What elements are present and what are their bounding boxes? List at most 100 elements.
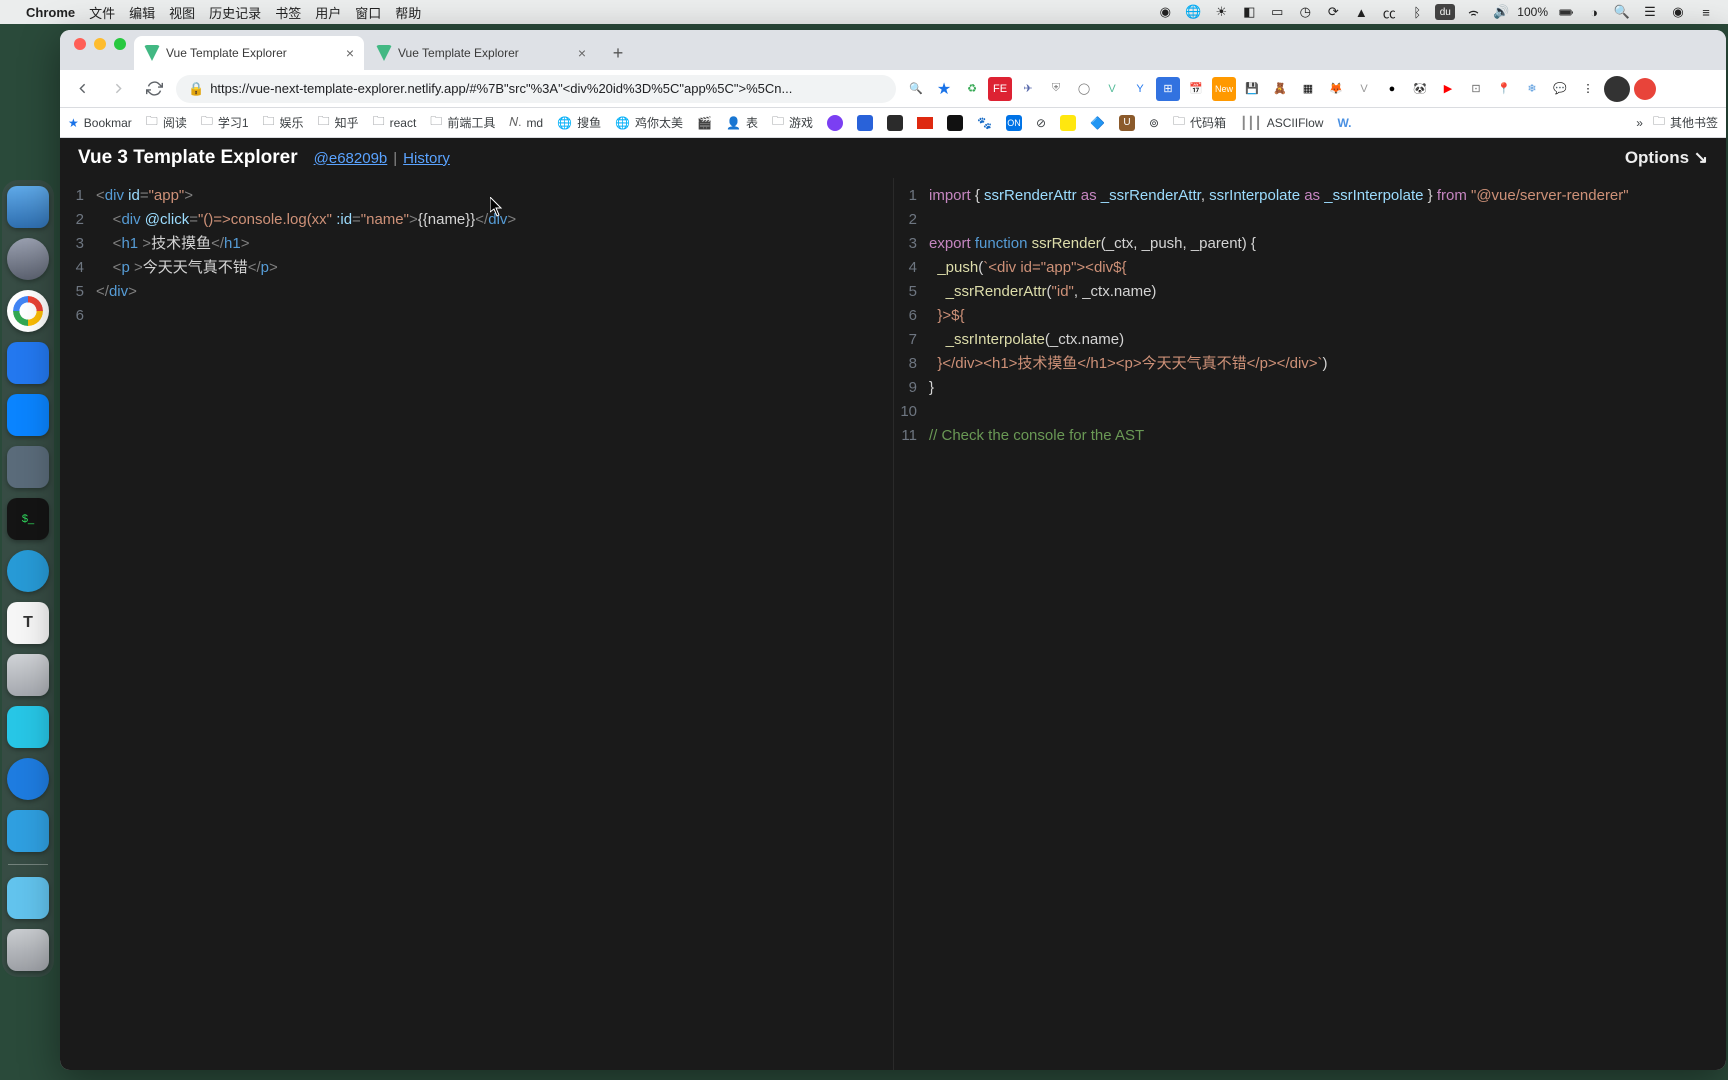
ext-recycle-icon[interactable]: ♻	[960, 77, 984, 101]
bookmark-item[interactable]: 🌐鸡你太美	[615, 114, 683, 131]
ext-v-icon[interactable]: V	[1100, 77, 1124, 101]
ext-qr-icon[interactable]: ▦	[1296, 77, 1320, 101]
bluetooth-icon[interactable]: ᛒ	[1407, 4, 1427, 20]
bookmark-item[interactable]: 𝑁.md	[509, 115, 543, 130]
menubar-appname[interactable]: Chrome	[26, 5, 75, 20]
window-icon[interactable]: ▭	[1267, 4, 1287, 20]
code-line[interactable]: 2 <div @click="()=>console.log(xx" :id="…	[60, 208, 893, 232]
ext-new-icon[interactable]: New	[1212, 77, 1236, 101]
ext-grid-icon[interactable]: ⊞	[1156, 77, 1180, 101]
code-line[interactable]: 3 <h1 >技术摸鱼</h1>	[60, 232, 893, 256]
wifi-icon[interactable]	[1463, 4, 1483, 20]
bookmark-item[interactable]: 👤表	[726, 114, 758, 131]
bookmark-folder[interactable]: 🗀前端工具	[430, 112, 495, 133]
timer-icon[interactable]: ◑	[1584, 4, 1604, 20]
ext-fox-icon[interactable]: 🦊	[1324, 77, 1348, 101]
reload-button[interactable]	[140, 75, 168, 103]
code-line[interactable]: 2	[893, 208, 1726, 232]
clock-icon[interactable]: ◷	[1295, 4, 1315, 20]
bookmark-folder[interactable]: 🗀学习1	[201, 112, 249, 133]
bookmark-item[interactable]: 🗀代码箱	[1173, 112, 1226, 133]
tab-inactive[interactable]: Vue Template Explorer ×	[366, 36, 596, 70]
triangle-icon[interactable]: ▲	[1351, 4, 1371, 20]
extensions-icon[interactable]: ⋮	[1576, 77, 1600, 101]
code-line[interactable]: 4 <p >今天天气真不错</p>	[60, 256, 893, 280]
bookmark-icon[interactable]: ⊘	[1036, 116, 1046, 130]
ext-circle-icon[interactable]: ◯	[1072, 77, 1096, 101]
code-line[interactable]: 6 }>${	[893, 304, 1726, 328]
bookmark-folder[interactable]: 🗀知乎	[318, 112, 359, 133]
template-editor[interactable]: 1<div id="app">2 <div @click="()=>consol…	[60, 178, 893, 1070]
code-line[interactable]: 5 _ssrRenderAttr("id", _ctx.name)	[893, 280, 1726, 304]
dock-hint[interactable]	[7, 758, 49, 800]
ext-yt-icon[interactable]: ▶	[1436, 77, 1460, 101]
sync-icon[interactable]: ⟳	[1323, 4, 1343, 20]
menu-edit[interactable]: 编辑	[129, 3, 155, 22]
dock-vscode[interactable]	[7, 394, 49, 436]
code-line[interactable]: 10	[893, 400, 1726, 424]
code-line[interactable]: 4 _push(`<div id="app"><div${	[893, 256, 1726, 280]
code-line[interactable]: 9}	[893, 376, 1726, 400]
control-center-icon[interactable]: ☰	[1640, 4, 1660, 20]
camera-icon[interactable]: ◧	[1239, 4, 1259, 20]
dock-chrome[interactable]	[7, 290, 49, 332]
code-line[interactable]: 5</div>	[60, 280, 893, 304]
star-icon[interactable]: ★	[932, 77, 956, 101]
menu-view[interactable]: 视图	[169, 3, 195, 22]
ext-paper-icon[interactable]: ✈	[1016, 77, 1040, 101]
ext-bear-icon[interactable]: 🧸	[1268, 77, 1292, 101]
bookmark-folder[interactable]: 🗀游戏	[772, 112, 813, 133]
bookmark-item[interactable]: 🌐搜鱼	[557, 114, 601, 131]
tab-close-icon[interactable]: ×	[578, 45, 586, 61]
tab-active[interactable]: Vue Template Explorer ×	[134, 36, 364, 70]
menu-window[interactable]: 窗口	[355, 3, 381, 22]
volume-icon[interactable]: 🔊	[1491, 4, 1511, 20]
bookmark-icon[interactable]	[887, 115, 903, 131]
menu-help[interactable]: 帮助	[395, 3, 421, 22]
zoom-icon[interactable]: 🔍	[904, 77, 928, 101]
dock-textedit[interactable]: T	[7, 602, 49, 644]
dock-messenger[interactable]	[7, 810, 49, 852]
dock-terminal[interactable]: $_	[7, 498, 49, 540]
close-button[interactable]	[74, 38, 86, 50]
bookmark-icon[interactable]: 🐾	[977, 116, 992, 130]
menu-history[interactable]: 历史记录	[209, 3, 261, 22]
ext-pin-icon[interactable]: 📍	[1492, 77, 1516, 101]
dock-files[interactable]	[7, 877, 49, 919]
dock-trash[interactable]	[7, 929, 49, 971]
bookmark-icon[interactable]	[1060, 115, 1076, 131]
dock-finder[interactable]	[7, 186, 49, 228]
menu-user[interactable]: 用户	[315, 3, 341, 22]
bookmark-icon[interactable]	[857, 115, 873, 131]
bookmark-star[interactable]: ★Bookmar	[68, 116, 132, 130]
other-bookmarks[interactable]: 🗀其他书签	[1653, 112, 1718, 133]
code-line[interactable]: 3export function ssrRender(_ctx, _push, …	[893, 232, 1726, 256]
du-icon[interactable]: du	[1435, 4, 1455, 20]
cc-icon[interactable]: ㏄	[1379, 4, 1399, 20]
ext-save-icon[interactable]: 💾	[1240, 77, 1264, 101]
code-line[interactable]: 1import { ssrRenderAttr as _ssrRenderAtt…	[893, 184, 1726, 208]
bookmark-item[interactable]: 🎬	[697, 116, 712, 130]
bookmark-icon[interactable]	[947, 115, 963, 131]
menu-bookmarks[interactable]: 书签	[275, 3, 301, 22]
dock-launchpad[interactable]	[7, 238, 49, 280]
output-editor[interactable]: 1import { ssrRenderAttr as _ssrRenderAtt…	[893, 178, 1726, 1070]
ext-y-icon[interactable]: Y	[1128, 77, 1152, 101]
code-line[interactable]: 7 _ssrInterpolate(_ctx.name)	[893, 328, 1726, 352]
ext-vgrey-icon[interactable]: V	[1352, 77, 1376, 101]
bookmark-icon[interactable]	[827, 115, 843, 131]
dock-utility[interactable]	[7, 654, 49, 696]
dock-preview[interactable]	[7, 446, 49, 488]
spotlight-icon[interactable]: 🔍	[1612, 4, 1632, 20]
profile-icon[interactable]	[1604, 76, 1630, 102]
record-icon[interactable]: ◉	[1155, 4, 1175, 20]
ext-panda-icon[interactable]: 🐼	[1408, 77, 1432, 101]
bookmark-overflow[interactable]: »	[1636, 116, 1643, 130]
ext-cal-icon[interactable]: 📅	[1184, 77, 1208, 101]
ext-fe-icon[interactable]: FE	[988, 77, 1012, 101]
code-line[interactable]: 8 }</div><h1>技术摸鱼</h1><p>今天天气真不错</p></di…	[893, 352, 1726, 376]
history-link[interactable]: History	[403, 150, 450, 167]
ext-wechat-icon[interactable]: 💬	[1548, 77, 1572, 101]
sun-icon[interactable]: ☀	[1211, 4, 1231, 20]
dock-app-blue[interactable]	[7, 342, 49, 384]
